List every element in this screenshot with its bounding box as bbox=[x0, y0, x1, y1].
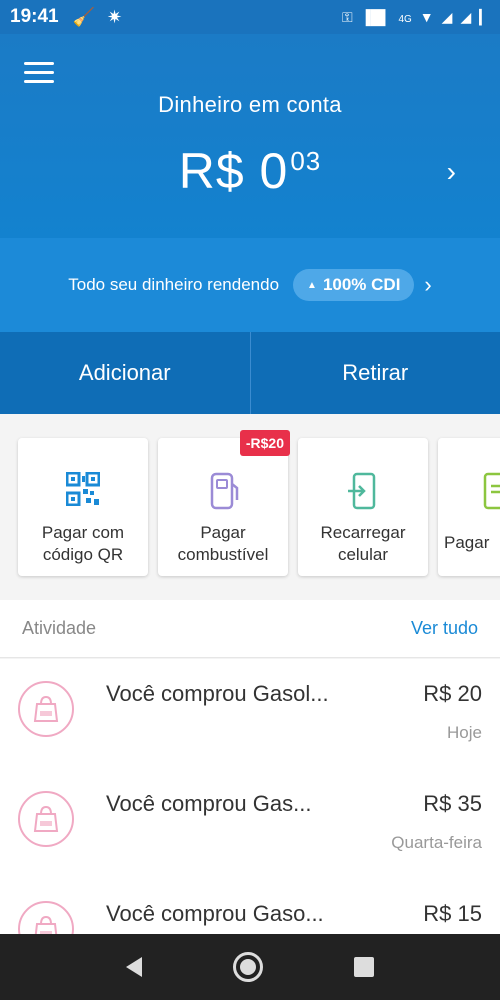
yield-banner[interactable]: Todo seu dinheiro rendendo ▲ 100% CDI › bbox=[0, 238, 500, 332]
fuel-icon bbox=[206, 472, 240, 516]
battery-icon: ▎ bbox=[479, 8, 490, 25]
status-right-icons: ⚿ ▐█▌ 4G ▼ ◢ ◢ ▎ bbox=[342, 9, 490, 26]
activity-title: Atividade bbox=[22, 618, 97, 638]
shortcut-pay-qr[interactable]: Pagar com código QR bbox=[18, 438, 148, 576]
qr-code-icon bbox=[65, 471, 101, 512]
home-icon[interactable] bbox=[232, 952, 263, 982]
cdi-pill: ▲ 100% CDI bbox=[293, 269, 415, 301]
phone-recharge-icon bbox=[346, 472, 380, 516]
key-icon: ⚿ bbox=[342, 8, 353, 25]
discount-badge: -R$20 bbox=[239, 430, 290, 456]
shopping-bag-icon bbox=[18, 901, 74, 935]
broom-icon: 🧹 bbox=[72, 6, 96, 27]
activity-desc: Você comprou Gaso... bbox=[106, 901, 324, 926]
recent-apps-icon[interactable] bbox=[354, 957, 375, 977]
shortcut-carousel[interactable]: Pagar com código QR -R$20 Pagar combustí… bbox=[0, 414, 500, 600]
signal-icon: ◢ bbox=[460, 8, 472, 25]
list-item[interactable]: Você comprou Gaso... R$ 15 bbox=[0, 879, 500, 935]
balance-amount: R$ 003 bbox=[0, 142, 500, 200]
activity-date: Hoje bbox=[447, 723, 482, 742]
shortcut-label: Pagar combustível bbox=[177, 523, 269, 564]
shopping-bag-icon bbox=[18, 791, 74, 847]
activity-amount: R$ 15 bbox=[423, 901, 482, 926]
activity-amount: R$ 35 bbox=[423, 791, 482, 816]
balance-header: Dinheiro em conta R$ 003 › bbox=[0, 34, 500, 238]
vibrate-icon: ▐█▌ bbox=[360, 9, 391, 25]
balance-label: Dinheiro em conta bbox=[158, 92, 342, 117]
status-time: 19:41 bbox=[10, 6, 59, 27]
shortcut-label: Pagar bbox=[444, 533, 490, 552]
shortcut-label: Pagar com código QR bbox=[41, 523, 125, 564]
menu-icon[interactable] bbox=[24, 62, 54, 84]
shortcut-pay-fuel[interactable]: -R$20 Pagar combustível bbox=[158, 430, 290, 576]
bill-icon bbox=[483, 472, 500, 516]
signal-icon: ◢ bbox=[441, 8, 453, 25]
see-all-link[interactable]: Ver tudo bbox=[411, 618, 478, 639]
network-label: 4G bbox=[398, 14, 412, 25]
yield-text: Todo seu dinheiro rendendo bbox=[68, 275, 280, 294]
bug-icon: ✷ bbox=[107, 6, 123, 27]
status-left-icons: 🧹 ✷ bbox=[73, 7, 123, 28]
chevron-right-icon: › bbox=[424, 272, 432, 297]
android-nav-bar bbox=[0, 934, 500, 1000]
shortcut-pay-bill[interactable]: Pagar bbox=[438, 438, 500, 576]
balance-cents: 03 bbox=[290, 146, 322, 176]
shortcut-phone-recharge[interactable]: Recarregar celular bbox=[298, 438, 428, 576]
add-money-button[interactable]: Adicionar bbox=[0, 332, 250, 414]
activity-desc: Você comprou Gasol... bbox=[106, 681, 329, 706]
list-item[interactable]: Você comprou Gas... R$ 35 Quarta-feira bbox=[0, 769, 500, 879]
activity-list[interactable]: Você comprou Gasol... R$ 20 Hoje Você co… bbox=[0, 659, 500, 935]
activity-amount: R$ 20 bbox=[423, 681, 482, 706]
shortcut-label: Recarregar celular bbox=[320, 523, 406, 564]
call-4g-icon: 4G bbox=[398, 9, 411, 25]
cdi-pill-label: 100% CDI bbox=[322, 275, 401, 294]
action-bar: Adicionar Retirar bbox=[0, 332, 500, 414]
balance-main: R$ 0 bbox=[178, 143, 289, 199]
withdraw-button[interactable]: Retirar bbox=[251, 332, 500, 414]
chevron-right-icon[interactable]: › bbox=[447, 156, 456, 188]
list-item[interactable]: Você comprou Gasol... R$ 20 Hoje bbox=[0, 659, 500, 769]
activity-desc: Você comprou Gas... bbox=[106, 791, 312, 816]
wifi-icon: ▼ bbox=[419, 9, 434, 25]
activity-date: Quarta-feira bbox=[391, 833, 482, 852]
shopping-bag-icon bbox=[18, 681, 74, 737]
activity-header: Atividade Ver tudo bbox=[0, 600, 500, 658]
status-bar: 19:41 🧹 ✷ ⚿ ▐█▌ 4G ▼ ◢ ◢ ▎ bbox=[0, 0, 500, 34]
back-icon[interactable] bbox=[125, 957, 142, 977]
arrow-up-icon: ▲ bbox=[307, 279, 317, 291]
